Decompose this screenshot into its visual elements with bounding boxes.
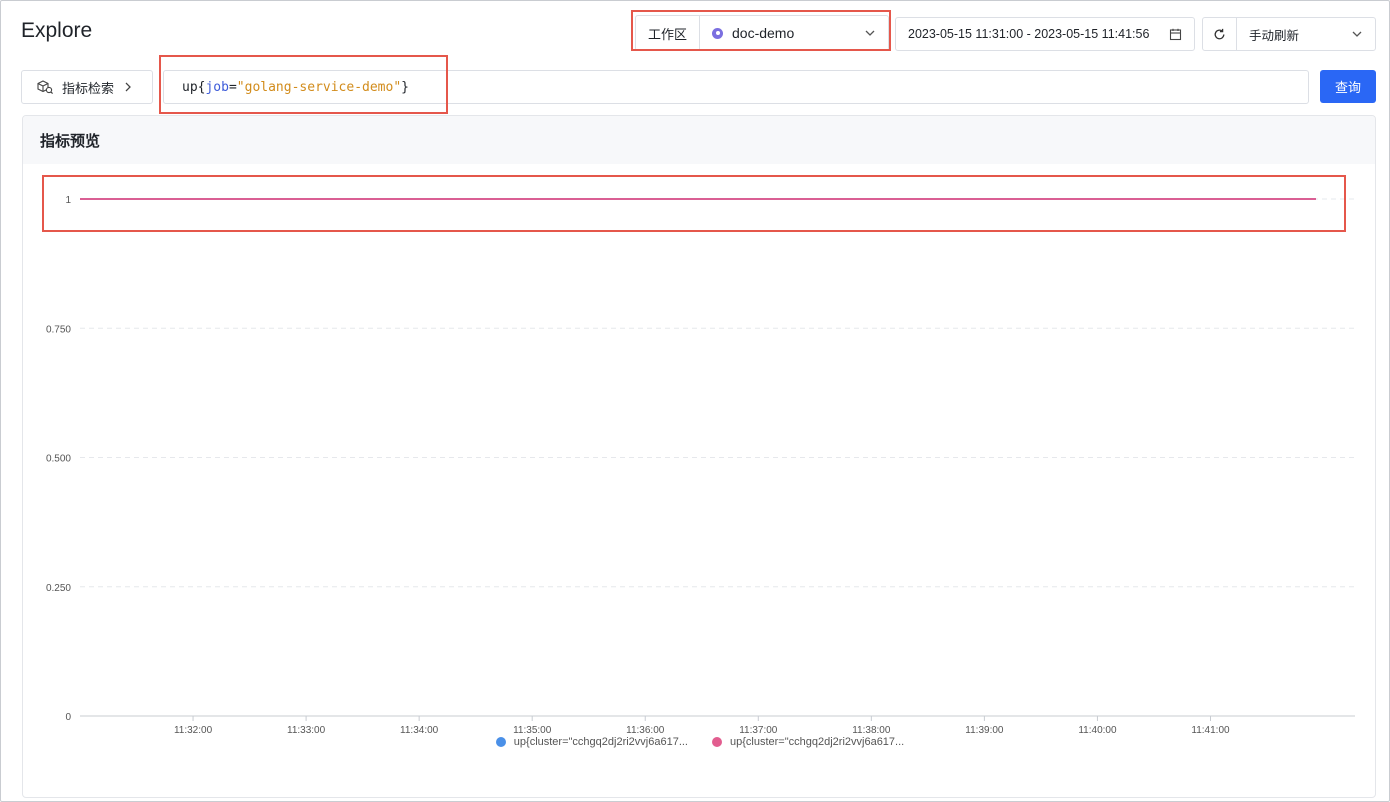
- x-tick-label: 11:34:00: [400, 725, 439, 736]
- x-tick-label: 11:33:00: [287, 725, 326, 736]
- calendar-icon: [1169, 28, 1182, 40]
- x-tick-label: 11:37:00: [739, 725, 778, 736]
- query-function: up: [182, 79, 198, 95]
- x-tick-label: 11:38:00: [852, 725, 891, 736]
- refresh-control: 手动刷新: [1202, 17, 1376, 51]
- query-brace-open: {: [197, 79, 206, 95]
- y-tick-label: 0: [65, 712, 71, 723]
- metric-preview-panel: 指标预览 0 0.250 0.500 0.750 1 11:32:00 11:33:00 11…: [22, 115, 1376, 798]
- legend-dot-icon: [712, 737, 722, 747]
- query-input[interactable]: up{job = "golang-service-demo"}: [163, 70, 1309, 104]
- y-tick-label: 0.750: [46, 324, 71, 335]
- workspace-label: 工作区: [636, 16, 700, 50]
- workspace-value: doc-demo: [732, 25, 795, 41]
- chart-legend: up{cluster="cchgq2dj2ri2vvj6a617... up{cl…: [23, 736, 1375, 748]
- x-tick-label: 11:40:00: [1078, 725, 1117, 736]
- legend-label: up{cluster="cchgq2dj2ri2vvj6a617...: [513, 736, 688, 748]
- time-range-value: 2023-05-15 11:31:00 - 2023-05-15 11:41:5…: [908, 27, 1150, 41]
- refresh-icon: [1214, 28, 1225, 39]
- query-label-value: "golang-service-demo": [236, 79, 402, 95]
- y-tick-label: 0.250: [46, 583, 71, 594]
- query-button[interactable]: 查询: [1320, 70, 1376, 103]
- refresh-mode-dropdown[interactable]: 手动刷新: [1237, 18, 1375, 50]
- metric-search-icon: [37, 80, 54, 95]
- query-label-key: job: [205, 79, 229, 95]
- page-title: Explore: [21, 19, 93, 42]
- workspace-icon: [712, 27, 723, 39]
- chevron-down-icon: [1352, 31, 1362, 37]
- app-frame: Explore 工作区 doc-demo 2023-05-15 11:31:00…: [0, 0, 1390, 802]
- metric-search-button[interactable]: 指标检索: [21, 70, 153, 104]
- y-tick-label: 0.500: [46, 454, 71, 465]
- metric-search-label: 指标检索: [62, 80, 115, 96]
- x-tick-label: 11:41:00: [1191, 725, 1230, 736]
- legend-label: up{cluster="cchgq2dj2ri2vvj6a617...: [730, 736, 905, 748]
- workspace-dropdown[interactable]: doc-demo: [700, 16, 888, 50]
- query-operator: =: [228, 79, 237, 95]
- x-tick-label: 11:35:00: [513, 725, 552, 736]
- x-tick-label: 11:36:00: [626, 725, 665, 736]
- query-brace-close: }: [401, 79, 409, 95]
- refresh-mode-value: 手动刷新: [1249, 28, 1300, 43]
- legend-item[interactable]: up{cluster="cchgq2dj2ri2vvj6a617...: [495, 736, 688, 748]
- time-range-picker[interactable]: 2023-05-15 11:31:00 - 2023-05-15 11:41:5…: [895, 17, 1195, 51]
- legend-item[interactable]: up{cluster="cchgq2dj2ri2vvj6a617...: [712, 736, 904, 748]
- line-chart: 0 0.250 0.500 0.750 1 11:32:00 11:33:00 11:34:0…: [46, 195, 1355, 736]
- x-tick-label: 11:32:00: [174, 725, 213, 736]
- legend-dot-icon: [495, 737, 506, 747]
- refresh-button[interactable]: [1203, 18, 1237, 50]
- workspace-selector[interactable]: 工作区 doc-demo: [635, 15, 889, 51]
- x-tick-label: 11:39:00: [965, 725, 1004, 736]
- chevron-down-icon: [865, 30, 875, 36]
- y-tick-label: 1: [65, 195, 71, 206]
- chevron-right-icon: [125, 82, 131, 92]
